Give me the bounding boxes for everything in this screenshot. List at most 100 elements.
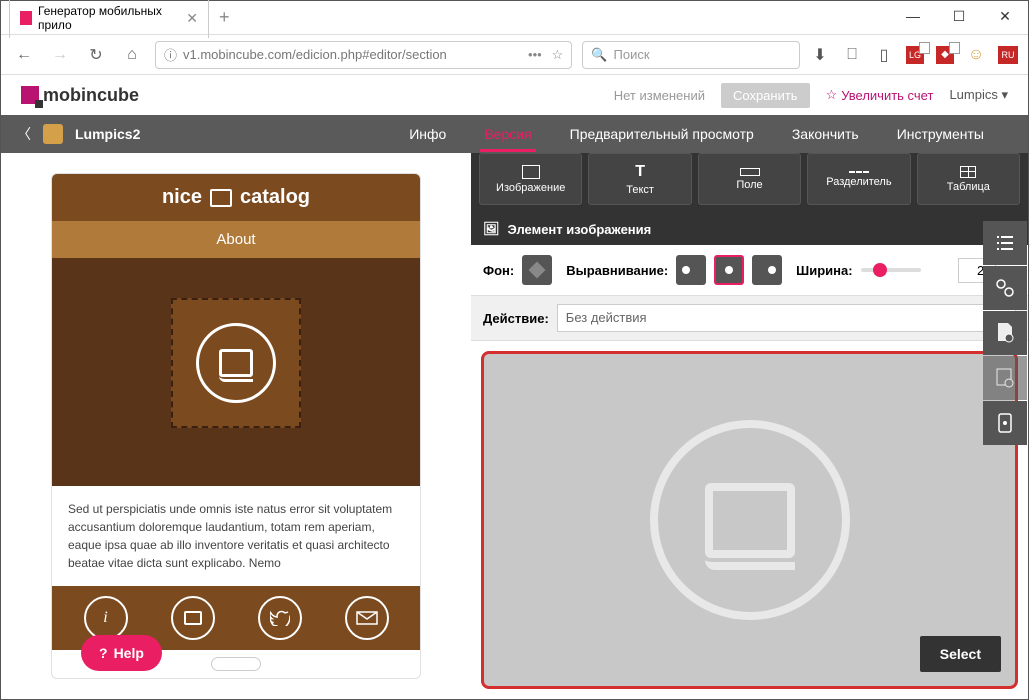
action-select[interactable]: Без действия ⌄	[557, 304, 1016, 332]
nav-back-icon[interactable]: 〈	[17, 124, 31, 144]
align-label: Выравнивание:	[566, 263, 668, 278]
width-slider[interactable]	[861, 268, 921, 272]
logo-icon	[21, 86, 39, 104]
search-icon: 🔍	[591, 47, 607, 63]
ext-shield-icon[interactable]: ◆1	[936, 46, 954, 64]
bg-picker[interactable]	[522, 255, 552, 285]
url-bar: ← → ↻ ⌂ ⓘ v1.mobincube.com/edicion.php#e…	[1, 35, 1028, 75]
image-select-area[interactable]: Select	[481, 351, 1018, 689]
image-placeholder-icon	[196, 323, 276, 403]
mail-footer-icon[interactable]	[345, 596, 389, 640]
user-menu[interactable]: Lumpics ▾	[949, 87, 1008, 103]
info-icon: ⓘ	[164, 45, 177, 64]
slider-thumb[interactable]	[873, 263, 887, 277]
app-name: Lumpics2	[75, 126, 140, 142]
rail-mobile-button[interactable]	[983, 401, 1027, 445]
select-button[interactable]: Select	[920, 636, 1001, 672]
brand-name: mobincube	[43, 85, 139, 106]
search-placeholder: Поиск	[614, 47, 650, 62]
element-image-button[interactable]: Изображение	[479, 153, 582, 205]
reload-button[interactable]: ↻	[83, 42, 109, 68]
main-area: nice catalog About Sed ut perspiciatis u…	[1, 153, 1028, 699]
element-table-button[interactable]: Таблица	[917, 153, 1020, 205]
field-icon	[740, 168, 760, 176]
rail-grid-settings-button[interactable]	[983, 356, 1027, 400]
rail-file-settings-button[interactable]	[983, 311, 1027, 355]
url-text: v1.mobincube.com/edicion.php#editor/sect…	[183, 47, 447, 62]
phone-content	[52, 258, 420, 486]
twitter-footer-icon[interactable]	[258, 596, 302, 640]
phone-preview: nice catalog About Sed ut perspiciatis u…	[51, 173, 421, 679]
forward-button[interactable]: →	[47, 42, 73, 68]
star-icon: ☆	[826, 87, 838, 103]
tab-version[interactable]: Версия	[480, 116, 535, 152]
ext-lg-icon[interactable]: LG8	[906, 46, 924, 64]
preview-pane: nice catalog About Sed ut perspiciatis u…	[1, 153, 471, 699]
new-tab-button[interactable]: +	[209, 3, 240, 32]
no-changes-label: Нет изменений	[614, 88, 705, 103]
minimize-button[interactable]: —	[890, 1, 936, 31]
table-icon	[960, 166, 976, 178]
brand-logo[interactable]: mobincube	[21, 85, 139, 106]
tab-tools[interactable]: Инструменты	[893, 116, 988, 152]
element-divider-button[interactable]: Разделитель	[807, 153, 910, 205]
tab-title: Генератор мобильных прило	[38, 4, 176, 32]
browser-tab[interactable]: Генератор мобильных прило ✕	[9, 0, 209, 38]
tab-preview[interactable]: Предварительный просмотр	[566, 116, 758, 152]
right-rail	[983, 221, 1027, 445]
library-icon[interactable]: ⎕	[842, 45, 862, 65]
align-center-button[interactable]	[714, 255, 744, 285]
divider-icon	[849, 171, 869, 173]
image-icon	[522, 165, 540, 179]
close-window-button[interactable]: ✕	[982, 1, 1028, 31]
save-button[interactable]: Сохранить	[721, 83, 810, 108]
favicon-icon	[20, 11, 32, 25]
home-button[interactable]: ⌂	[119, 42, 145, 68]
maximize-button[interactable]: ☐	[936, 1, 982, 31]
section-title: 🖼 Элемент изображения	[471, 213, 1028, 245]
tab-info[interactable]: Инфо	[405, 116, 450, 152]
nav-tabs: Инфо Версия Предварительный просмотр Зак…	[405, 116, 988, 152]
phone-text: Sed ut perspiciatis unde omnis iste natu…	[52, 486, 420, 586]
bookmark-icon[interactable]: ☆	[552, 47, 564, 63]
info-footer-icon[interactable]: i	[84, 596, 128, 640]
controls-row: Фон: Выравнивание: Ширина: 29 %	[471, 245, 1028, 295]
app-header: mobincube Нет изменений Сохранить ☆ Увел…	[1, 75, 1028, 115]
selected-image-element[interactable]	[171, 298, 301, 428]
reader-icon[interactable]: ▯	[874, 45, 894, 65]
address-bar[interactable]: ⓘ v1.mobincube.com/edicion.php#editor/se…	[155, 41, 572, 69]
width-label: Ширина:	[796, 263, 852, 278]
toolbar-icons: ⬇ ⎕ ▯ LG8 ◆1 ☺ RU	[810, 45, 1018, 65]
ext-face-icon[interactable]: ☺	[966, 45, 986, 65]
help-button[interactable]: ? Help	[81, 635, 162, 671]
align-right-button[interactable]	[752, 255, 782, 285]
ext-ru-icon[interactable]: RU	[998, 46, 1018, 64]
element-field-button[interactable]: Поле	[698, 153, 801, 205]
download-icon[interactable]: ⬇	[810, 45, 830, 65]
element-text-button[interactable]: TТекст	[588, 153, 691, 205]
editor-nav-bar: 〈 Lumpics2 Инфо Версия Предварительный п…	[1, 115, 1028, 153]
search-box[interactable]: 🔍 Поиск	[582, 41, 800, 69]
home-indicator	[211, 657, 261, 671]
picture-icon: 🖼	[483, 221, 500, 237]
help-icon: ?	[99, 645, 108, 661]
more-icon[interactable]: •••	[528, 47, 542, 63]
window-controls: — ☐ ✕	[890, 1, 1028, 31]
tab-finish[interactable]: Закончить	[788, 116, 863, 152]
element-toolbar: Изображение TТекст Поле Разделитель Табл…	[471, 153, 1028, 213]
align-left-button[interactable]	[676, 255, 706, 285]
text-icon: T	[635, 163, 645, 181]
bg-label: Фон:	[483, 263, 514, 278]
back-button[interactable]: ←	[11, 42, 37, 68]
catalog-footer-icon[interactable]	[171, 596, 215, 640]
close-tab-icon[interactable]: ✕	[186, 10, 198, 27]
phone-header: nice catalog	[52, 174, 420, 221]
editor-pane: Изображение TТекст Поле Разделитель Табл…	[471, 153, 1028, 699]
upgrade-link[interactable]: ☆ Увеличить счет	[826, 87, 934, 103]
rail-settings-button[interactable]	[983, 266, 1027, 310]
action-label: Действие:	[483, 311, 549, 326]
phone-about: About	[52, 221, 420, 258]
rail-list-button[interactable]	[983, 221, 1027, 265]
logo-square-icon	[210, 189, 232, 207]
action-row: Действие: Без действия ⌄	[471, 295, 1028, 341]
